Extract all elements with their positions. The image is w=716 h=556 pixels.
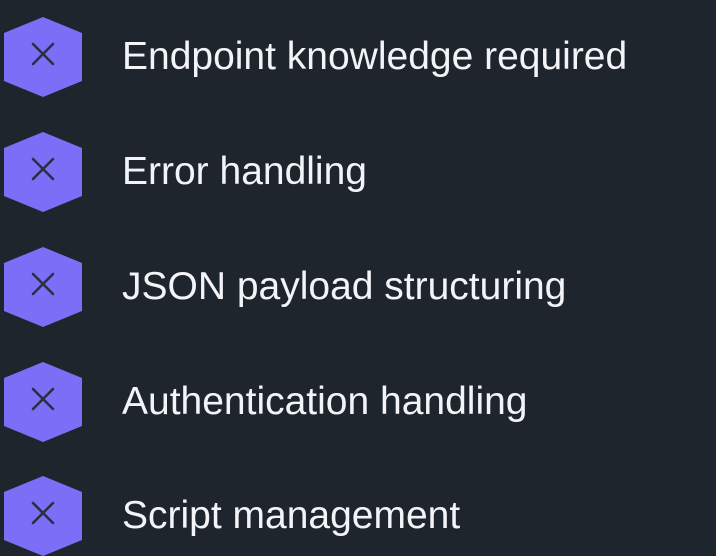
x-mark-hexagon-icon bbox=[0, 362, 86, 442]
list-item: JSON payload structuring bbox=[0, 247, 716, 327]
x-mark-hexagon-icon bbox=[0, 247, 86, 327]
list-item: Authentication handling bbox=[0, 362, 716, 442]
list-item-label: Authentication handling bbox=[122, 380, 528, 423]
list-item-label: Error handling bbox=[122, 150, 367, 193]
list-item: Script management bbox=[0, 476, 716, 556]
x-mark-hexagon-icon bbox=[0, 17, 86, 97]
list-item-label: Script management bbox=[122, 494, 461, 537]
x-mark-hexagon-icon bbox=[0, 132, 86, 212]
list-item-label: JSON payload structuring bbox=[122, 265, 567, 308]
list-item-label: Endpoint knowledge required bbox=[122, 35, 628, 78]
x-mark-hexagon-icon bbox=[0, 476, 86, 556]
list-item: Endpoint knowledge required bbox=[0, 17, 716, 97]
list-item: Error handling bbox=[0, 132, 716, 212]
limitations-list: Endpoint knowledge required Error handli… bbox=[0, 0, 716, 556]
